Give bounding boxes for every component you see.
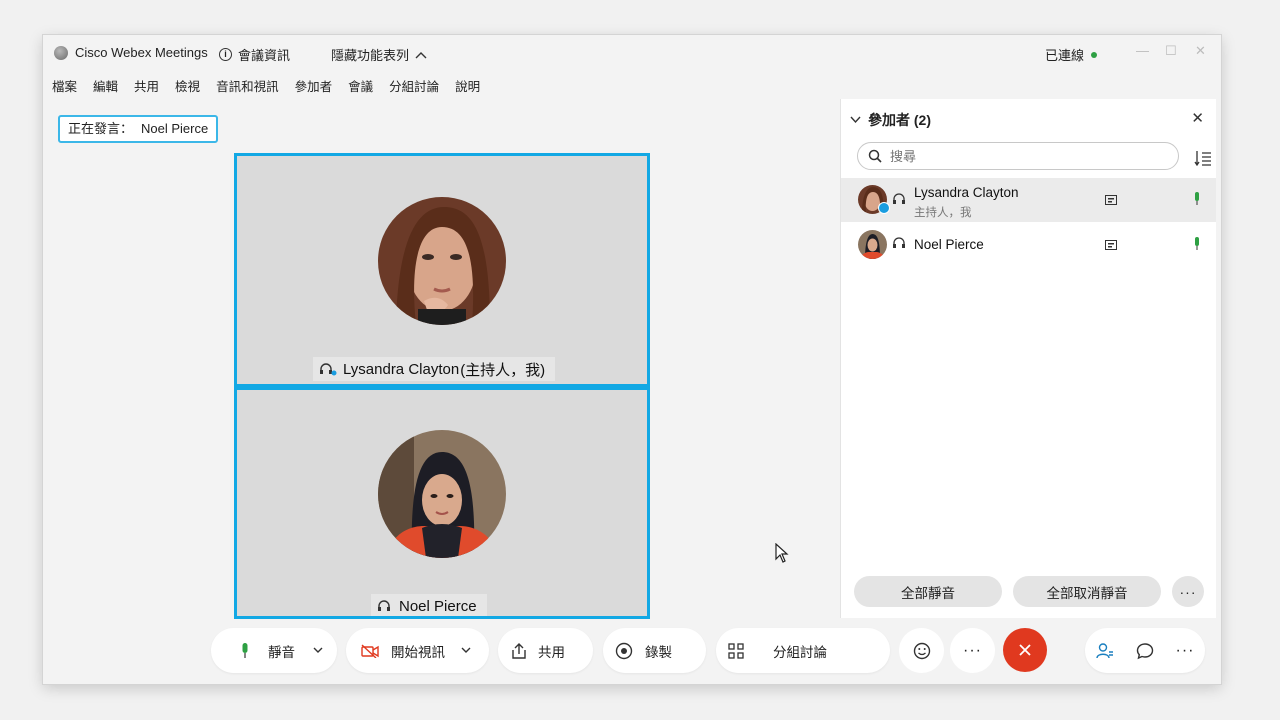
headset-icon [320,363,337,376]
webex-logo-icon [54,46,68,60]
connection-dot-icon [1091,51,1098,58]
reactions-button[interactable] [899,628,944,673]
participant-row-noel[interactable]: Noel Pierce [841,223,1216,267]
video-status-icon[interactable] [1105,195,1117,205]
video-control: 開始視訊 [346,628,489,673]
unmute-all-button[interactable]: 全部取消靜音 [1013,576,1161,607]
video-tile-noel[interactable]: Noel Pierce [234,387,650,619]
chat-toggle[interactable] [1125,642,1165,660]
sort-icon[interactable] [1194,150,1212,166]
tile-participant-name: Lysandra Clayton [343,360,460,378]
title-bar: Cisco Webex Meetings i 會議資訊 隱藏功能表列 已連線 —… [43,35,1221,69]
participant-role: 主持人，我 [914,207,972,219]
avatar-lysandra [378,197,506,325]
menu-item-breakout[interactable]: 分組討論 [389,76,439,95]
connection-status-label: 已連線 [1045,48,1085,63]
record-icon [615,642,633,659]
start-video-button[interactable]: 開始視訊 [391,641,445,661]
close-panel-icon[interactable]: ✕ [1191,109,1204,127]
tile-participant-suffix: (主持人，我) [460,361,546,379]
minimize-icon[interactable]: — [1136,43,1149,58]
share-icon [512,642,526,659]
share-button[interactable]: 共用 [498,628,593,673]
end-meeting-button[interactable] [1003,628,1047,672]
meeting-info-button[interactable]: i 會議資訊 [219,45,290,64]
video-off-icon[interactable] [361,643,379,658]
more-panels-icon[interactable]: ··· [1165,642,1205,660]
connection-status: 已連線 [1045,45,1098,64]
participant-search[interactable] [857,142,1179,170]
active-speaker-badge: 正在發言： Noel Pierce [58,115,219,143]
search-input[interactable] [888,147,1152,165]
mute-all-button[interactable]: 全部靜音 [854,576,1002,607]
microphone-icon[interactable] [1193,237,1201,251]
maximize-icon[interactable]: ☐ [1165,43,1177,59]
chevron-down-icon [850,116,861,124]
menu-item-view[interactable]: 檢視 [175,76,200,95]
webex-window: Cisco Webex Meetings i 會議資訊 隱藏功能表列 已連線 —… [43,35,1221,684]
microphone-icon[interactable] [1193,192,1201,206]
participant-name: Lysandra Clayton [914,185,1019,200]
avatar-noel [378,430,506,558]
participant-row-lysandra[interactable]: Lysandra Clayton 主持人，我 [841,178,1216,222]
more-options-icon[interactable]: ··· [1172,576,1204,607]
tile-name-label: Noel Pierce [371,594,487,616]
hide-menu-bar-button[interactable]: 隱藏功能表列 [331,45,427,64]
chevron-down-icon[interactable] [461,647,471,654]
participant-avatar [858,230,887,259]
tile-participant-name: Noel Pierce [399,597,477,615]
record-label: 錄製 [645,644,672,660]
mute-button[interactable]: 靜音 [268,641,295,661]
menu-bar: 檔案 編輯 共用 檢視 音訊和視訊 參加者 會議 分組討論 說明 [52,76,480,95]
speaking-name: Noel Pierce [141,121,209,136]
close-window-icon[interactable]: ✕ [1195,43,1206,59]
breakout-icon [728,642,744,659]
mute-control: 靜音 [211,628,337,673]
headset-icon [893,237,905,248]
hide-menu-label: 隱藏功能表列 [331,48,410,63]
more-options-icon[interactable]: ··· [950,628,995,673]
participants-panel-header[interactable]: 參加者 (2) [850,110,931,130]
participants-panel: 參加者 (2) ✕ Lysandra Clayton 主持人，我 No [840,99,1216,618]
microphone-icon[interactable] [241,642,249,659]
info-icon: i [219,48,232,61]
headset-icon [893,193,905,204]
participants-icon [1096,642,1113,658]
mouse-cursor-icon [775,543,789,563]
video-status-icon[interactable] [1105,240,1117,250]
app-title: Cisco Webex Meetings [75,45,208,60]
record-button[interactable]: 錄製 [603,628,706,673]
video-tile-lysandra[interactable]: Lysandra Clayton (主持人，我) [234,153,650,387]
tile-name-label: Lysandra Clayton (主持人，我) [313,357,556,381]
menu-item-participants[interactable]: 參加者 [295,76,333,95]
host-badge-icon [878,202,890,214]
participants-toggle[interactable] [1085,642,1125,660]
close-icon [1019,644,1031,656]
chat-icon [1136,642,1154,659]
menu-item-edit[interactable]: 編輯 [93,76,118,95]
menu-item-meeting[interactable]: 會議 [348,76,373,95]
smiley-icon [913,642,930,659]
participant-name: Noel Pierce [914,237,984,252]
menu-item-help[interactable]: 說明 [455,76,480,95]
headset-icon [378,600,390,611]
menu-item-share[interactable]: 共用 [134,76,159,95]
chevron-down-icon[interactable] [313,647,323,654]
breakout-button[interactable]: 分組討論 [716,628,890,673]
chevron-up-icon [415,51,427,58]
share-label: 共用 [538,644,565,660]
panel-controls: ··· [1085,628,1205,673]
menu-item-audio-video[interactable]: 音訊和視訊 [216,76,279,95]
participants-title: 參加者 (2) [868,112,931,128]
speaking-label: 正在發言： [68,121,134,136]
meeting-info-label: 會議資訊 [238,48,291,63]
breakout-label: 分組討論 [773,644,827,660]
search-icon [868,149,882,163]
menu-item-file[interactable]: 檔案 [52,76,77,95]
